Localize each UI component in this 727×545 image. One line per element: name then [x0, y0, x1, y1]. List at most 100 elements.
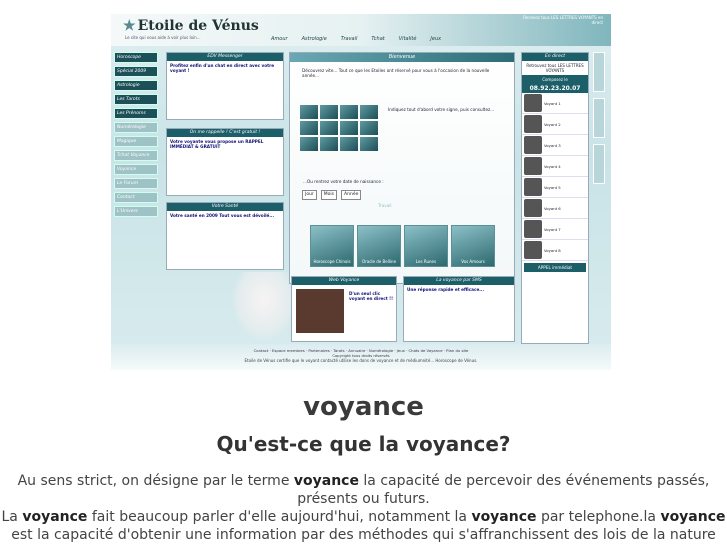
day-select[interactable]: Jour [302, 190, 317, 200]
voyant-name: Voyant 2 [544, 121, 561, 127]
topnav-item[interactable]: Travail [341, 36, 358, 42]
voyant-row[interactable]: Voyant 2 [522, 114, 588, 135]
voyant-row[interactable]: Voyant 8 [522, 240, 588, 261]
year-select[interactable]: Année [341, 190, 362, 200]
voyant-row[interactable]: Voyant 3 [522, 135, 588, 156]
topnav-item[interactable]: Astrologie [302, 36, 327, 42]
health-title: Votre Santé [167, 203, 283, 211]
avatar [524, 199, 542, 217]
zodiac-tile[interactable] [360, 121, 378, 135]
voyant-row[interactable]: Voyant 5 [522, 177, 588, 198]
topnav-item[interactable]: Jeux [430, 36, 441, 42]
voyant-name: Voyant 5 [544, 184, 561, 190]
leftnav-item[interactable]: L'Univers [114, 206, 158, 217]
topnav-item[interactable]: Amour [271, 36, 288, 42]
messenger-text: Profitez enfin d'un chat en direct avec … [170, 63, 275, 73]
web-voyance-panel[interactable]: Web Voyance D'un seul clic voyant en dir… [291, 276, 397, 342]
avatar [524, 220, 542, 238]
sms-text: Une réponse rapide et efficace... [407, 287, 485, 292]
feature-card[interactable]: Vos Amours [451, 225, 495, 267]
call-now-button[interactable]: APPEL immédiat [524, 263, 586, 272]
leftnav-item[interactable]: Spécial 2009 [114, 66, 158, 77]
voyant-name: Voyant 6 [544, 205, 561, 211]
keyword-link[interactable]: voyance [471, 509, 536, 525]
sms-title: La voyance par SMS [404, 277, 514, 285]
zodiac-tile[interactable] [320, 121, 338, 135]
zodiac-tile[interactable] [320, 105, 338, 119]
zodiac-tile[interactable] [340, 121, 358, 135]
leftnav-item[interactable]: Magique [114, 136, 158, 147]
side-tab[interactable] [593, 52, 605, 92]
p2-text-b: fait beaucoup parler d'elle aujourd'hui,… [87, 509, 472, 525]
leftnav-item[interactable]: Astrologie [114, 80, 158, 91]
feature-card-label: Horoscope Chinois [313, 259, 351, 264]
paragraph-2: La voyance fait beaucoup parler d'elle a… [0, 508, 727, 544]
voyant-name: Voyant 1 [544, 100, 561, 106]
paragraph-1: Au sens strict, on désigne par le terme … [0, 472, 727, 508]
sms-panel[interactable]: La voyance par SMS Une réponse rapide et… [403, 276, 515, 342]
left-navigation: Horoscope Spécial 2009 Astrologie Les Ta… [114, 52, 158, 220]
zodiac-tile[interactable] [300, 137, 318, 151]
footer-links[interactable]: Contact · Espace membres · Partenaires ·… [111, 344, 611, 353]
callback-text: Votre voyante vous propose un RAPPEL IMM… [170, 139, 264, 149]
avatar [524, 94, 542, 112]
voyant-name: Voyant 8 [544, 247, 561, 253]
travail-label: Travail [378, 203, 392, 208]
page-subtitle: Qu'est-ce que la voyance? [216, 432, 511, 456]
leftnav-item[interactable]: Le Forum [114, 178, 158, 189]
zodiac-grid [300, 105, 378, 151]
header-banner[interactable]: Recevez tous LES LETTRES VOYANTS en dire… [523, 15, 603, 25]
messenger-title: EDV Messenger [167, 53, 283, 61]
month-select[interactable]: Mois [320, 190, 338, 200]
p2-text-d: est la capacité d'obtenir une informatio… [11, 527, 716, 543]
zodiac-tile[interactable] [300, 105, 318, 119]
zodiac-tile[interactable] [340, 137, 358, 151]
keyword-link[interactable]: voyance [22, 509, 87, 525]
keyword-link[interactable]: voyance [660, 509, 725, 525]
zodiac-tile[interactable] [360, 105, 378, 119]
avatar [524, 241, 542, 259]
page-title: voyance [303, 392, 424, 422]
health-text: Votre santé en 2009 Tout vous est dévoil… [170, 213, 275, 218]
callback-panel[interactable]: On me rappelle ! C'est gratuit ! Votre v… [166, 128, 284, 196]
voyant-row[interactable]: Voyant 6 [522, 198, 588, 219]
zodiac-tile[interactable] [320, 137, 338, 151]
phone-label: Composez le [522, 75, 588, 84]
feature-card[interactable]: Horoscope Chinois [310, 225, 354, 267]
avatar [524, 178, 542, 196]
side-tab[interactable] [593, 98, 605, 138]
health-panel[interactable]: Votre Santé Votre santé en 2009 Tout vou… [166, 202, 284, 270]
feature-card[interactable]: Les Runes [404, 225, 448, 267]
sign-hint: Indiquez tout d'abord votre signe, puis … [388, 107, 495, 112]
zodiac-tile[interactable] [360, 137, 378, 151]
voyant-row[interactable]: Voyant 1 [522, 93, 588, 114]
p1-text-b: la capacité de percevoir des événements … [297, 473, 710, 507]
topnav-item[interactable]: Vitalité [399, 36, 417, 42]
web-voyance-title: Web Voyance [292, 277, 396, 285]
messenger-panel[interactable]: EDV Messenger Profitez enfin d'un chat e… [166, 52, 284, 120]
side-tab[interactable] [593, 144, 605, 184]
leftnav-item[interactable]: Horoscope [114, 52, 158, 63]
welcome-intro: Découvrez vite... Tout ce que les Etoile… [302, 68, 490, 78]
voyant-row[interactable]: Voyant 7 [522, 219, 588, 240]
leftnav-item[interactable]: Les Tarots [114, 94, 158, 105]
zodiac-tile[interactable] [340, 105, 358, 119]
leftnav-item[interactable]: Tchat Voyance [114, 150, 158, 161]
avatar [524, 157, 542, 175]
article-body: Au sens strict, on désigne par le terme … [0, 472, 727, 544]
feature-card[interactable]: Oracle de Belline [357, 225, 401, 267]
leftnav-item[interactable]: Numérologie [114, 122, 158, 133]
site-header: ★ Etoile de Vénus Le site qui vous aide à… [111, 14, 611, 46]
callback-title: On me rappelle ! C'est gratuit ! [167, 129, 283, 137]
feature-card-label: Oracle de Belline [361, 259, 397, 264]
keyword-link[interactable]: voyance [294, 473, 359, 489]
voyant-row[interactable]: Voyant 4 [522, 156, 588, 177]
leftnav-item[interactable]: Contact [114, 192, 158, 203]
zodiac-tile[interactable] [300, 121, 318, 135]
topnav-item[interactable]: Tchat [371, 36, 384, 42]
web-voyance-text: D'un seul clic voyant en direct !! [349, 291, 393, 301]
leftnav-item[interactable]: Les Prénoms [114, 108, 158, 119]
phone-number[interactable]: 08.92.23.20.07 [522, 84, 588, 93]
site-logo[interactable]: ★ Etoile de Vénus [123, 18, 259, 34]
leftnav-item[interactable]: Voyance [114, 164, 158, 175]
